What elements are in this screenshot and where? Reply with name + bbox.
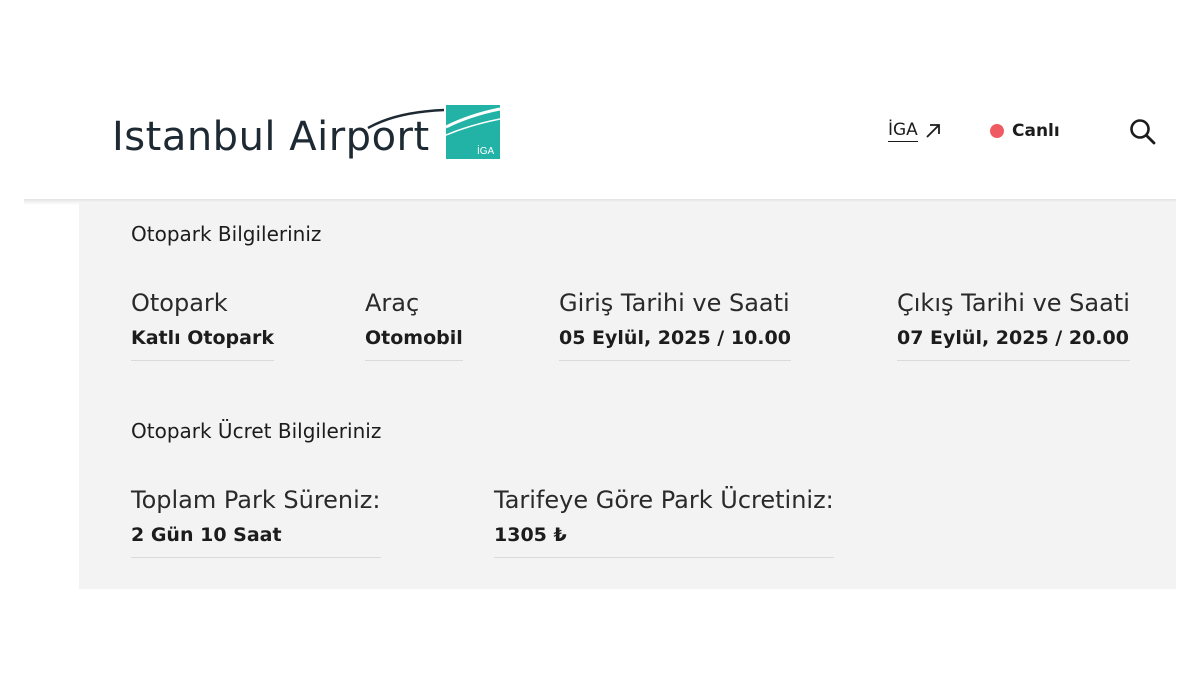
parking-summary-panel: Otopark Bilgileriniz Otopark Katlı Otopa… xyxy=(79,203,1176,589)
arrow-up-right-icon xyxy=(926,124,940,138)
field-label: Otopark xyxy=(131,289,228,317)
fee-info-title: Otopark Ücret Bilgileriniz xyxy=(131,419,382,443)
iga-logo-icon[interactable]: İGA xyxy=(446,105,500,159)
iga-link-label: İGA xyxy=(888,120,918,142)
field-entry-datetime: Giriş Tarihi ve Saati 05 Eylül, 2025 / 1… xyxy=(559,288,791,361)
field-label: Tarifeye Göre Park Ücretiniz: xyxy=(494,486,834,514)
field-value: 1305 ₺ xyxy=(494,524,567,546)
logo-swoosh-icon xyxy=(367,108,445,130)
field-label: Araç xyxy=(365,289,420,317)
field-value: Katlı Otopark xyxy=(131,327,274,349)
field-total-duration: Toplam Park Süreniz: 2 Gün 10 Saat xyxy=(131,485,381,558)
field-label: Çıkış Tarihi ve Saati xyxy=(897,289,1130,317)
field-exit-datetime: Çıkış Tarihi ve Saati 07 Eylül, 2025 / 2… xyxy=(897,288,1130,361)
field-vehicle: Araç Otomobil xyxy=(365,288,463,361)
live-indicator[interactable]: Canlı xyxy=(990,121,1060,141)
site-header: Istanbul Airport İGA İGA Canlı xyxy=(0,0,1200,200)
live-label: Canlı xyxy=(1012,121,1060,141)
red-dot-icon xyxy=(990,124,1004,138)
field-value: 05 Eylül, 2025 / 10.00 xyxy=(559,327,791,349)
field-value: 2 Gün 10 Saat xyxy=(131,524,282,546)
field-label: Giriş Tarihi ve Saati xyxy=(559,289,790,317)
logo-badge-text: İGA xyxy=(477,144,495,157)
parking-info-title: Otopark Bilgileriniz xyxy=(131,222,322,246)
field-value: 07 Eylül, 2025 / 20.00 xyxy=(897,327,1129,349)
field-parking-lot: Otopark Katlı Otopark xyxy=(131,288,274,361)
iga-external-link[interactable]: İGA xyxy=(888,120,942,142)
field-label: Toplam Park Süreniz: xyxy=(131,486,381,514)
field-parking-fee: Tarifeye Göre Park Ücretiniz: 1305 ₺ xyxy=(494,485,834,558)
field-value: Otomobil xyxy=(365,327,463,349)
search-icon[interactable] xyxy=(1128,117,1158,147)
